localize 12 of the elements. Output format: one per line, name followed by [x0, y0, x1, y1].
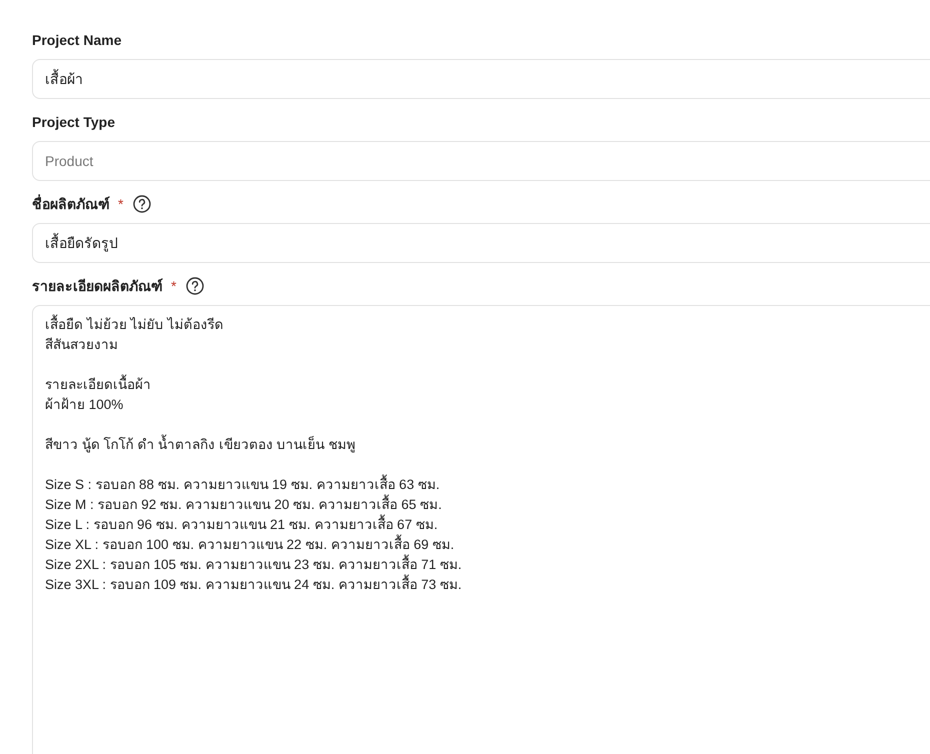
required-mark: * [171, 278, 176, 294]
text-field[interactable]: เสื้อยืดรัดรูป [32, 223, 930, 263]
text-field[interactable]: เสื้อผ้า [32, 59, 930, 99]
field-label: ชื่อผลิตภัณฑ์ [32, 193, 110, 214]
field-label: Project Type [32, 114, 115, 130]
field-label: Project Name [32, 32, 122, 48]
required-mark: * [118, 196, 124, 212]
help-icon[interactable] [186, 277, 204, 295]
field-label: รายละเอียดผลิตภัณฑ์ [32, 277, 163, 296]
text-field[interactable]: Product [32, 141, 930, 181]
help-icon[interactable] [133, 195, 152, 213]
description-field[interactable]: เสื้อยืด ไม่ย้วย ไม่ยับ ไม่ต้องรีด สีสันสวยงาม รายละเอียดเนื้อผ้า ผ้าฝ้าย 100% สีขาว นู้ด โกโก้ ดำ น้ำตาลกิง เขียวตอง บานเย็น ชมพู Size S : รอบอก 88 ซม. ความยาวแขน 19 ซม. ความยาวเสื้อ 63 ซม. Size M : รอบอก 92 ซม. ความยาวแขน 20 ซม. ความยาวเสื้อ 65 ซม. Size L : รอบอก 96 ซม. ความยาวแขน 21 ซม. ความยาวเสื้อ 67 ซม. Size XL : รอบอก 100 ซม. ความยาวแขน 22 ซม. ความยาวเสื้อ 69 ซม. Size 2XL : รอบอก 105 ซม. ความยาวแขน 23 ซม. ความยาวเสื้อ 71 ซม. Size 3XL : รอบอก 109 ซม. ความยาวแขน 24 ซม. ความยาวเสื้อ 73 ซม. [32, 305, 930, 754]
